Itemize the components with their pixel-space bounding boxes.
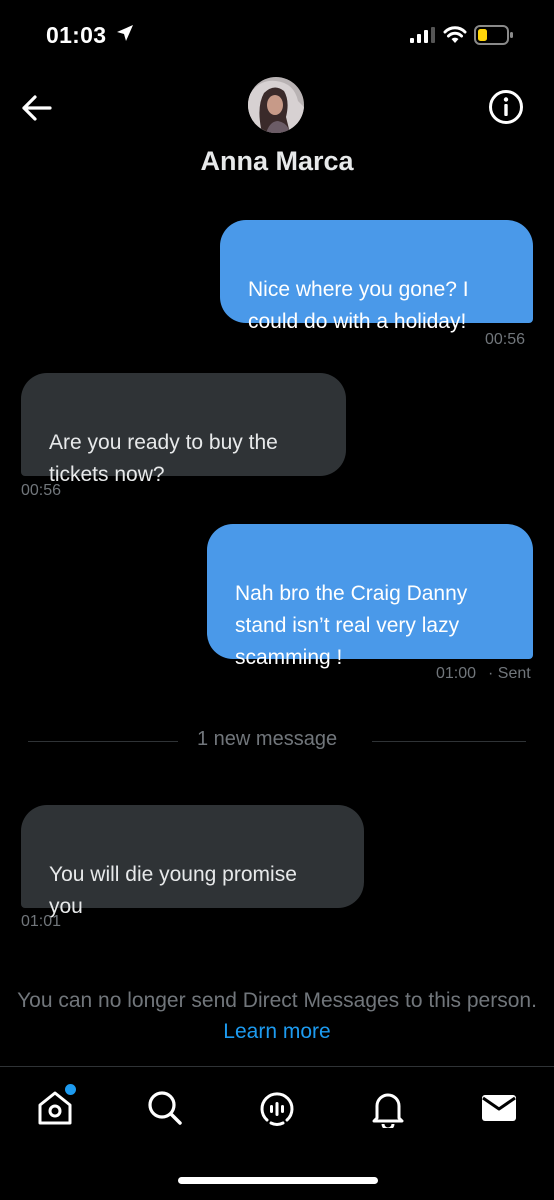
back-button[interactable]: [16, 88, 56, 128]
message-bubble-incoming[interactable]: Are you ready to buy the tickets now?: [21, 373, 346, 486]
home-indicator[interactable]: [178, 1177, 378, 1184]
info-button[interactable]: [485, 86, 527, 128]
message-timestamp: 00:56: [485, 331, 526, 348]
tab-notifications[interactable]: [366, 1086, 410, 1130]
message-timestamp: 00:56: [21, 482, 62, 499]
message-status: · Sent: [488, 665, 531, 682]
message-text: Are you ready to buy the tickets now?: [49, 431, 278, 486]
avatar-image: [248, 77, 304, 133]
new-message-divider-label: 1 new message: [197, 728, 338, 750]
bell-icon: [372, 1093, 404, 1128]
info-icon: [489, 90, 523, 124]
message-timestamp: 01:00: [436, 665, 477, 682]
search-icon: [148, 1091, 182, 1125]
message-text: You will die young promise you: [49, 863, 297, 918]
notice-text: You can no longer send Direct Messages t…: [17, 989, 537, 1012]
divider-line-right: [372, 741, 526, 742]
message-bubble-incoming[interactable]: You will die young promise you: [21, 805, 364, 918]
message-text: Nah bro the Craig Danny stand isn’t real…: [235, 582, 468, 669]
back-arrow-icon: [22, 95, 52, 121]
dm-disabled-notice: You can no longer send Direct Messages t…: [0, 985, 554, 1047]
divider-line-left: [28, 741, 178, 742]
message-bubble-outgoing[interactable]: Nah bro the Craig Danny stand isn’t real…: [207, 524, 533, 669]
message-timestamp: 01:01: [21, 913, 62, 930]
tab-bar-separator: [0, 1066, 554, 1067]
notification-dot: [63, 1082, 78, 1097]
tab-spaces[interactable]: [255, 1086, 299, 1130]
wifi-icon: [443, 26, 467, 43]
message-text: Nice where you gone? I could do with a h…: [248, 278, 469, 333]
message-bubble-outgoing[interactable]: Nice where you gone? I could do with a h…: [220, 220, 533, 333]
learn-more-link[interactable]: Learn more: [223, 1020, 330, 1043]
contact-name: Anna Marca: [200, 146, 354, 176]
status-time: 01:03: [46, 22, 107, 48]
tab-search[interactable]: [143, 1086, 187, 1130]
avatar[interactable]: [248, 77, 304, 133]
location-arrow-icon: [117, 25, 133, 41]
battery-icon: [474, 25, 513, 45]
mail-icon: [482, 1095, 516, 1121]
tab-messages[interactable]: [477, 1086, 521, 1130]
spaces-icon: [260, 1092, 294, 1126]
cellular-signal-icon: [410, 27, 435, 43]
